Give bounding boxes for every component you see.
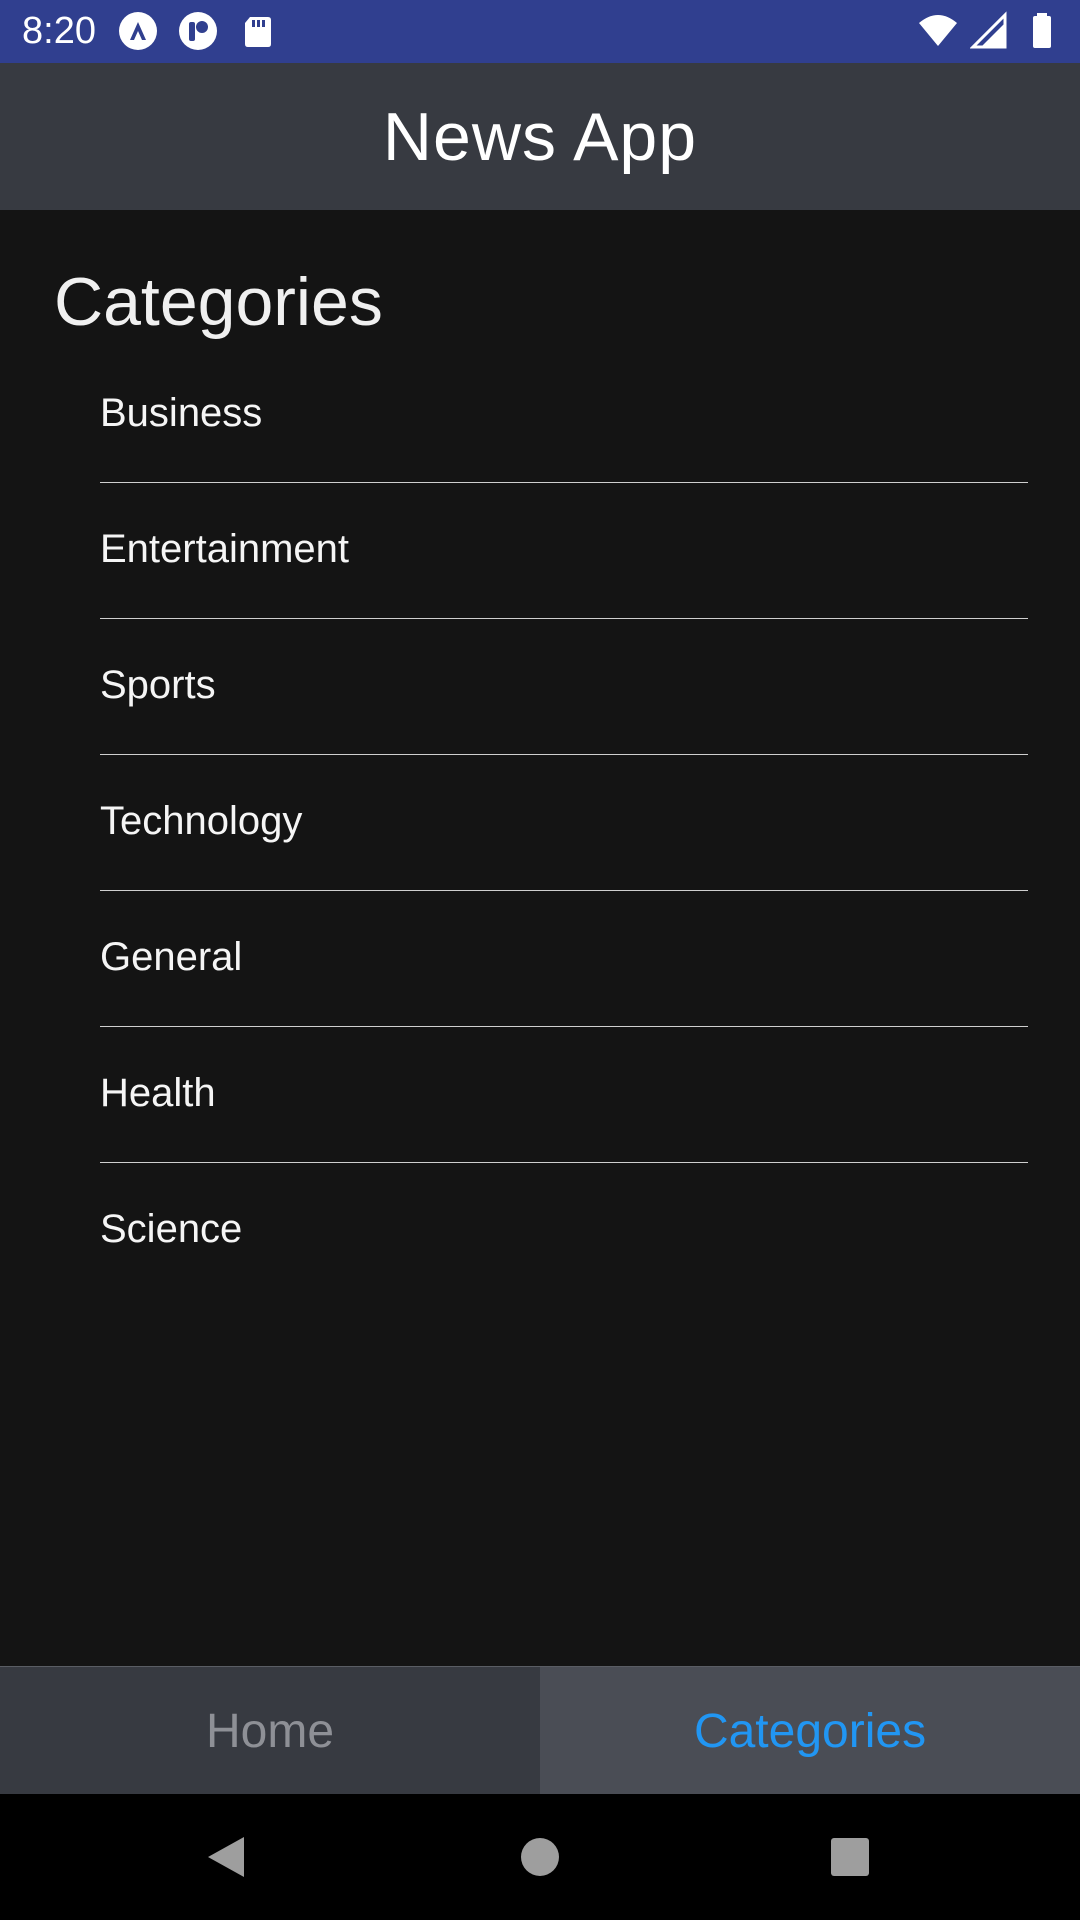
category-item-general[interactable]: General — [100, 891, 1028, 1027]
category-label: Entertainment — [100, 527, 350, 571]
category-label: General — [100, 935, 243, 979]
home-button[interactable] — [507, 1824, 573, 1890]
category-list: Business Entertainment Sports Technology… — [100, 347, 1028, 1299]
category-item-health[interactable]: Health — [100, 1027, 1028, 1163]
category-item-business[interactable]: Business — [100, 347, 1028, 483]
category-item-technology[interactable]: Technology — [100, 755, 1028, 891]
status-time: 8:20 — [22, 10, 96, 52]
app-notification-icon — [179, 12, 217, 50]
home-icon — [521, 1838, 559, 1876]
vpn-icon — [119, 12, 157, 50]
bottom-tab-bar: Home Categories — [0, 1666, 1080, 1795]
battery-icon — [1033, 13, 1051, 48]
status-icons-left — [118, 11, 278, 51]
category-label: Health — [100, 1071, 216, 1115]
section-title: Categories — [54, 264, 383, 340]
wifi-icon — [919, 15, 957, 46]
category-label: Sports — [100, 663, 216, 707]
category-label: Technology — [100, 799, 303, 843]
tab-home[interactable]: Home — [0, 1667, 540, 1795]
category-label: Science — [100, 1207, 243, 1251]
status-icons-right — [918, 11, 1062, 51]
app-title: News App — [382, 98, 698, 175]
category-item-science[interactable]: Science — [100, 1163, 1028, 1299]
screen: 8:20 News App Categories Business Entert… — [0, 0, 1080, 1920]
category-item-sports[interactable]: Sports — [100, 619, 1028, 755]
back-button[interactable] — [193, 1824, 259, 1890]
category-item-entertainment[interactable]: Entertainment — [100, 483, 1028, 619]
system-nav-bar — [0, 1794, 1080, 1920]
status-bar: 8:20 — [0, 0, 1080, 63]
recents-button[interactable] — [817, 1824, 883, 1890]
signal-icon — [970, 11, 1007, 49]
app-bar: News App — [0, 63, 1080, 210]
tab-categories[interactable]: Categories — [540, 1667, 1080, 1795]
recents-icon — [831, 1838, 869, 1876]
back-icon — [208, 1837, 244, 1877]
category-label: Business — [100, 391, 263, 435]
sd-card-icon — [245, 17, 271, 47]
